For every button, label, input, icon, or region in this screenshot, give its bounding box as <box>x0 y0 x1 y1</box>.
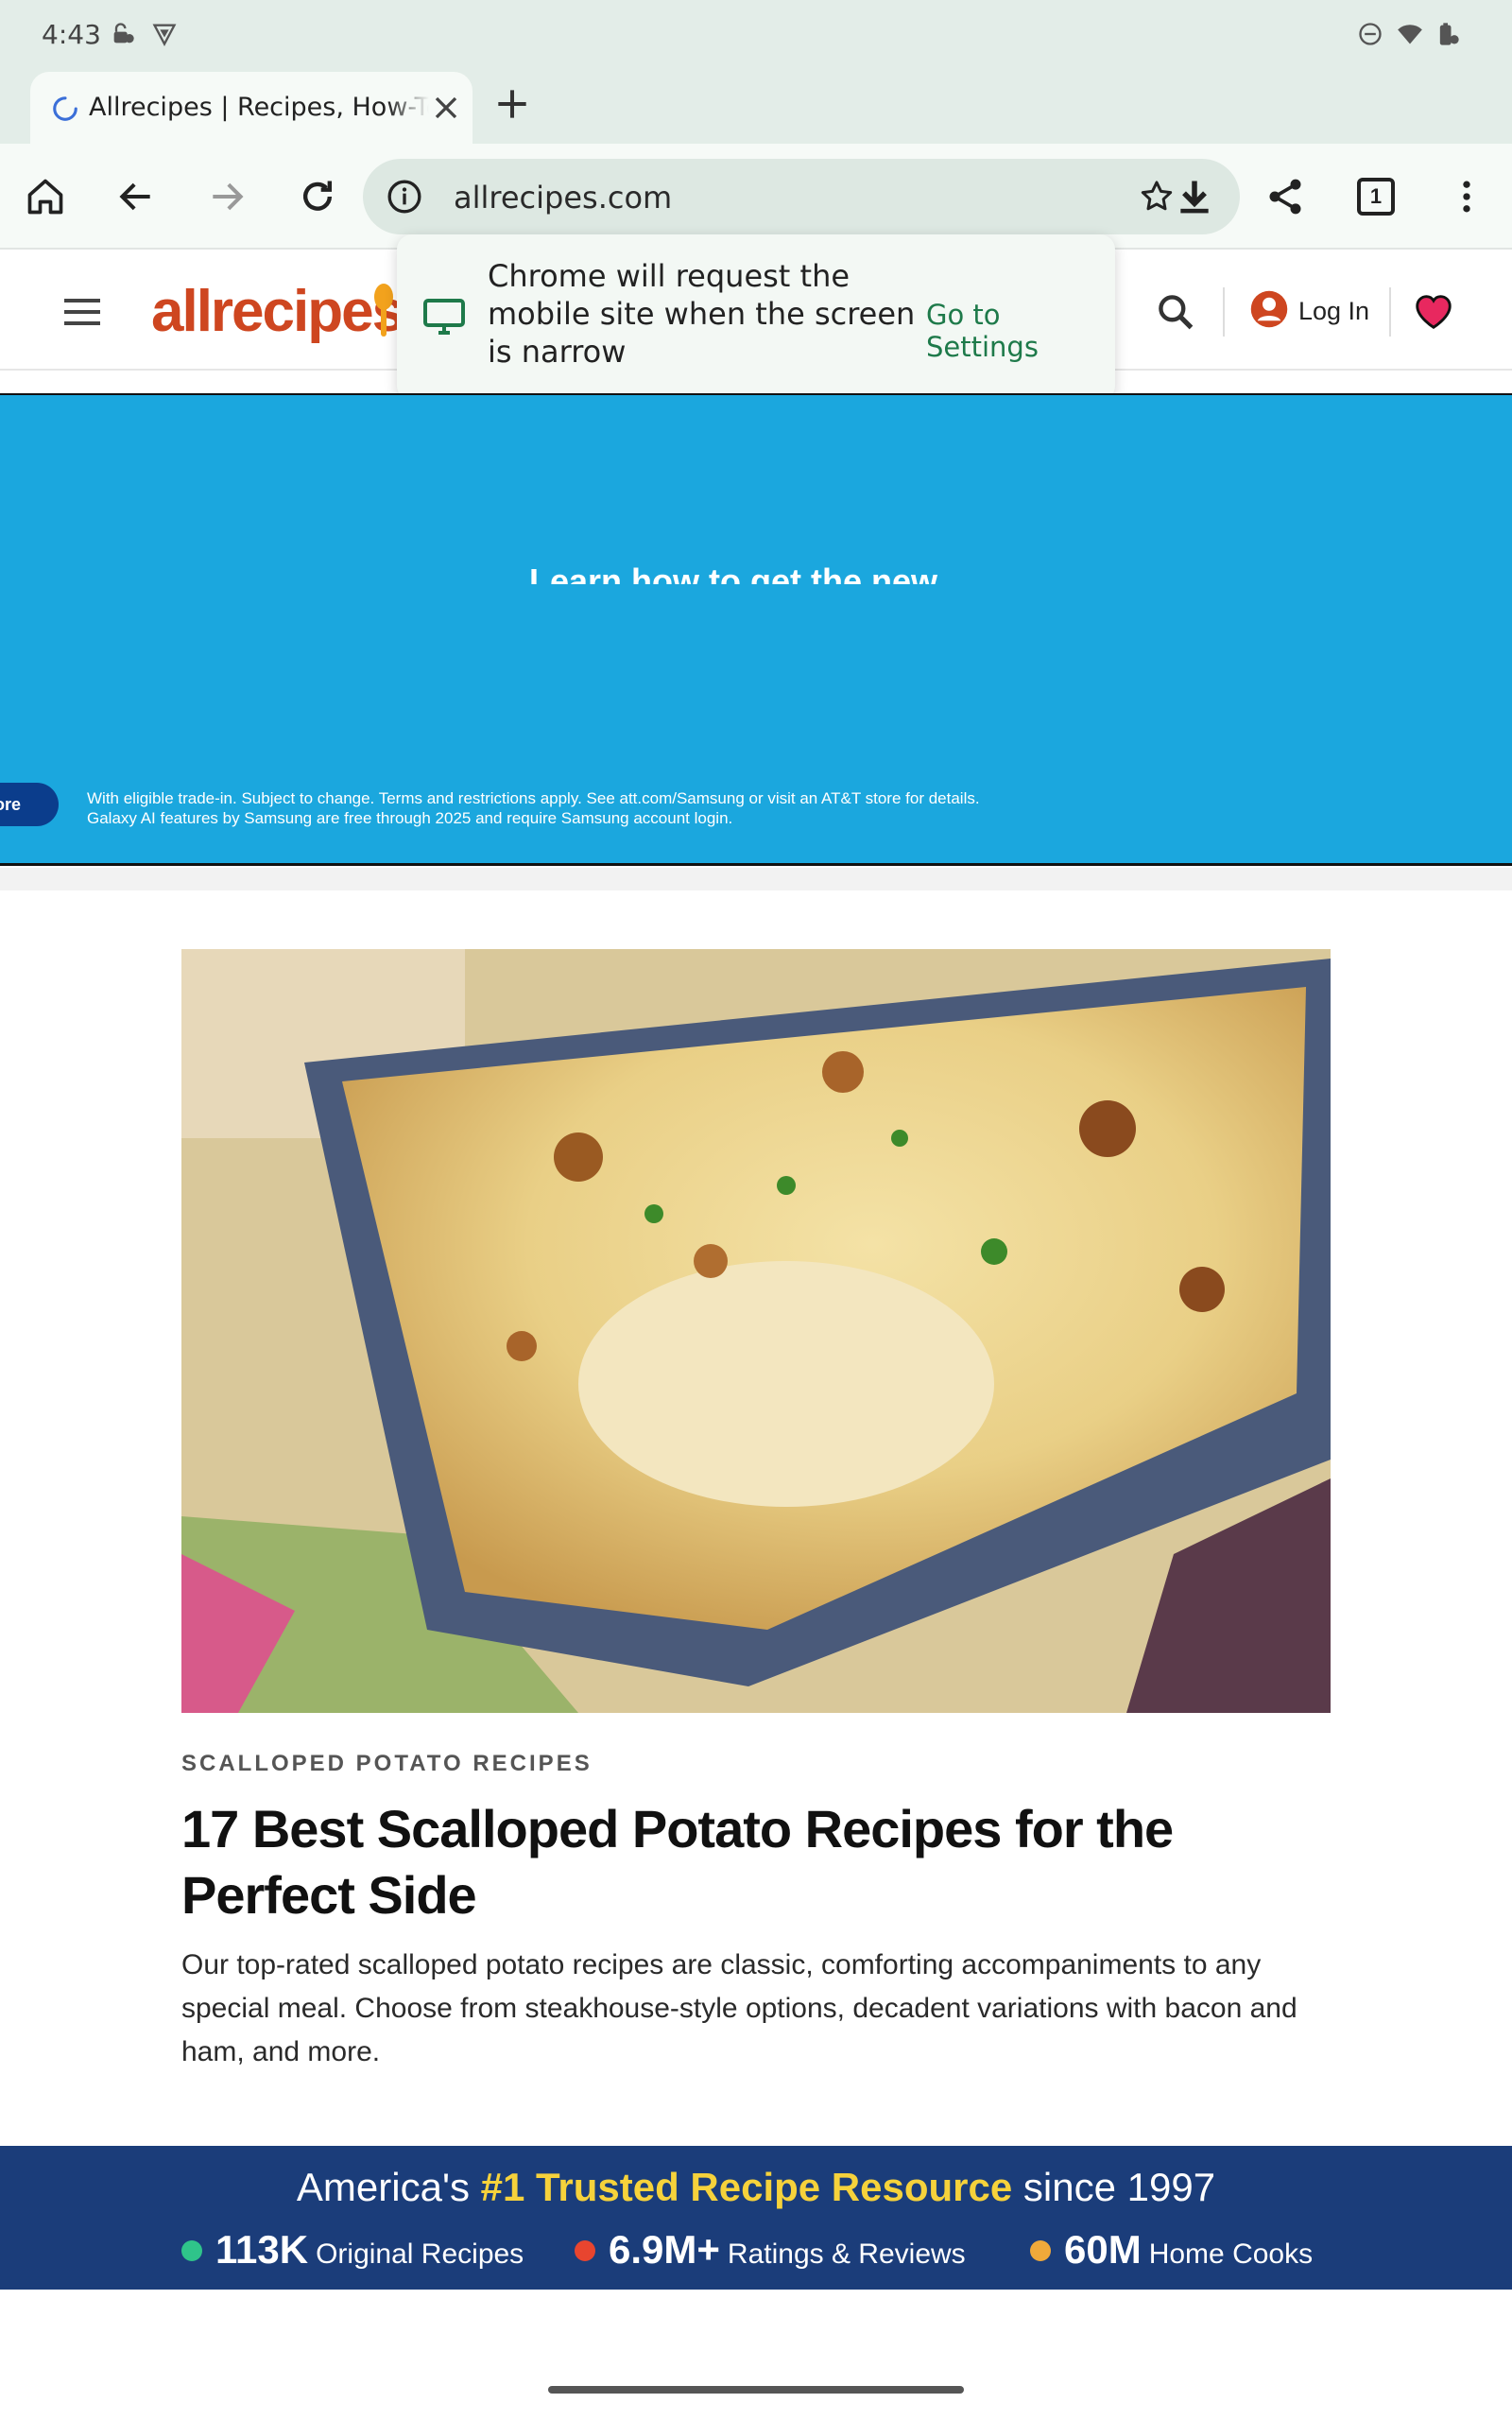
ad-headline: Learn how to get the new <box>529 562 938 584</box>
article-summary: Our top-rated scalloped potato recipes a… <box>181 1949 1297 2067</box>
share-button[interactable] <box>1259 170 1312 223</box>
status-time: 4:43 <box>42 19 101 50</box>
url-text[interactable]: allrecipes.com <box>454 180 672 216</box>
browser-tab[interactable]: Allrecipes | Recipes, How-To Videos <box>30 72 472 144</box>
tab-switcher-button[interactable]: 1 <box>1357 178 1395 216</box>
key-lock-icon <box>113 23 134 43</box>
back-button[interactable] <box>110 170 163 223</box>
stat-value: 6.9M+ <box>609 2227 720 2272</box>
loading-spinner-icon <box>53 96 77 121</box>
stat-label: Ratings & Reviews <box>727 2238 966 2270</box>
heart-favorites-icon[interactable] <box>1412 289 1455 333</box>
forward-button[interactable] <box>200 170 253 223</box>
login-link[interactable]: Log In <box>1298 297 1369 326</box>
site-info-icon[interactable] <box>386 178 423 216</box>
gesture-home-bar[interactable] <box>548 2386 964 2394</box>
spoon-logo-icon <box>374 284 393 337</box>
trust-tagline: America's #1 Trusted Recipe Resource sin… <box>0 2165 1512 2210</box>
stat-home-cooks: 60M Home Cooks <box>1030 2227 1313 2273</box>
download-icon <box>1180 181 1209 214</box>
ad-banner[interactable]: Learn how to get the new ore With eligib… <box>0 393 1512 866</box>
download-button[interactable] <box>1168 170 1221 223</box>
close-tab-icon[interactable] <box>427 89 465 127</box>
stat-value: 60M <box>1064 2227 1142 2272</box>
vpn-shield-icon <box>152 24 177 46</box>
battery-icon <box>1439 23 1459 45</box>
site-logo[interactable]: allrecipes <box>151 278 404 345</box>
hamburger-menu-icon[interactable] <box>64 299 100 325</box>
wifi-icon <box>1398 25 1422 44</box>
stat-ratings: 6.9M+ Ratings & Reviews <box>575 2227 966 2273</box>
forward-arrow-icon <box>213 182 244 211</box>
tab-strip: Allrecipes | Recipes, How-To Videos <box>0 68 1512 144</box>
search-icon[interactable] <box>1155 291 1196 333</box>
home-icon <box>27 179 63 215</box>
article-headline[interactable]: 17 Best Scalloped Potato Recipes for the… <box>181 1796 1353 1928</box>
tagline-prefix: America's <box>296 2165 481 2209</box>
casserole-illustration <box>181 949 1331 1713</box>
back-arrow-icon <box>119 182 150 211</box>
address-bar[interactable]: allrecipes.com <box>363 159 1240 234</box>
stat-label: Original Recipes <box>316 2238 524 2270</box>
popup-message: Chrome will request the mobile site when… <box>488 258 916 370</box>
menu-button[interactable] <box>1440 170 1493 223</box>
article-kicker[interactable]: SCALLOPED POTATO RECIPES <box>181 1751 593 1777</box>
tab-title: Allrecipes | Recipes, How-To Videos <box>89 93 429 122</box>
ad-learn-more-button[interactable]: ore <box>0 783 59 826</box>
home-button[interactable] <box>19 170 72 223</box>
more-vert-icon <box>1463 181 1470 213</box>
reload-icon <box>303 181 333 211</box>
header-divider <box>1223 287 1225 337</box>
tagline-highlight: #1 Trusted Recipe Resource <box>480 2165 1013 2209</box>
ad-fine-print: With eligible trade-in. Subject to chang… <box>87 789 980 827</box>
user-avatar-icon[interactable] <box>1249 289 1289 329</box>
tagline-suffix: since 1997 <box>1012 2165 1216 2209</box>
stat-dot-icon <box>575 2240 595 2261</box>
scalloped-potatoes-image[interactable] <box>181 949 1331 1713</box>
trust-banner: America's #1 Trusted Recipe Resource sin… <box>0 2146 1512 2290</box>
stat-value: 113K <box>215 2227 309 2272</box>
reload-button[interactable] <box>291 170 344 223</box>
stat-recipes: 113K Original Recipes <box>181 2227 524 2273</box>
desktop-monitor-icon <box>423 299 465 335</box>
stat-dot-icon <box>181 2240 202 2261</box>
share-icon <box>1269 179 1301 215</box>
go-to-settings-button[interactable]: Go to Settings <box>926 299 1115 363</box>
stat-dot-icon <box>1030 2240 1051 2261</box>
new-tab-icon[interactable] <box>491 83 533 125</box>
do-not-disturb-icon <box>1359 23 1382 45</box>
ad-separator <box>0 868 1512 890</box>
header-divider <box>1389 287 1391 337</box>
mobile-site-popup: Chrome will request the mobile site when… <box>397 234 1115 401</box>
status-bar: 4:43 <box>0 0 1512 68</box>
stat-label: Home Cooks <box>1148 2238 1314 2270</box>
